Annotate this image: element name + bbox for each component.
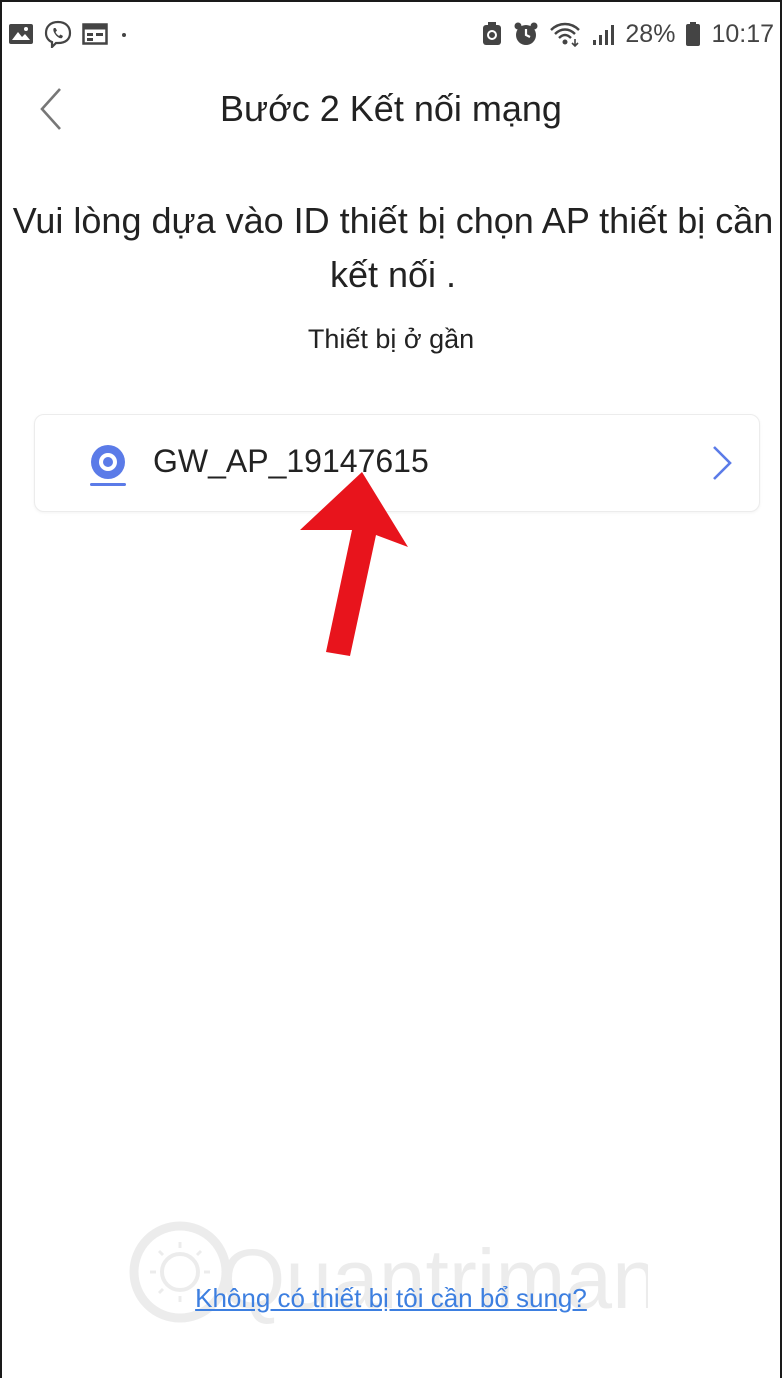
- wifi-icon: [550, 22, 581, 47]
- clock: 10:17: [711, 19, 774, 48]
- gallery-icon: [9, 24, 33, 44]
- battery-icon: [686, 22, 701, 46]
- status-right-icons: 28% 10:17: [481, 20, 774, 49]
- missing-device-link[interactable]: Không có thiết bị tôi cần bổ sung?: [0, 1283, 782, 1314]
- nearby-devices-label: Thiết bị ở gần: [307, 324, 475, 354]
- viber-icon: [44, 20, 72, 48]
- page-title: Bước 2 Kết nối mạng: [220, 88, 562, 129]
- battery-saver-icon: [483, 22, 502, 45]
- status-left-icons: [8, 20, 130, 48]
- signal-icon: [593, 25, 615, 45]
- instruction-text: Vui lòng dựa vào ID thiết bị chọn AP thi…: [12, 200, 774, 295]
- calendar-icon: [82, 23, 108, 45]
- app-header: Bước 2 Kết nối mạng: [0, 70, 782, 150]
- battery-percent: 28%: [625, 19, 676, 48]
- red-arrow-annotation: [300, 472, 408, 656]
- alarm-icon: [514, 22, 538, 45]
- chevron-right-icon: [713, 446, 732, 480]
- dot-icon: [122, 33, 126, 37]
- camera-icon: [90, 445, 126, 486]
- status-bar: 28% 10:17: [8, 10, 774, 58]
